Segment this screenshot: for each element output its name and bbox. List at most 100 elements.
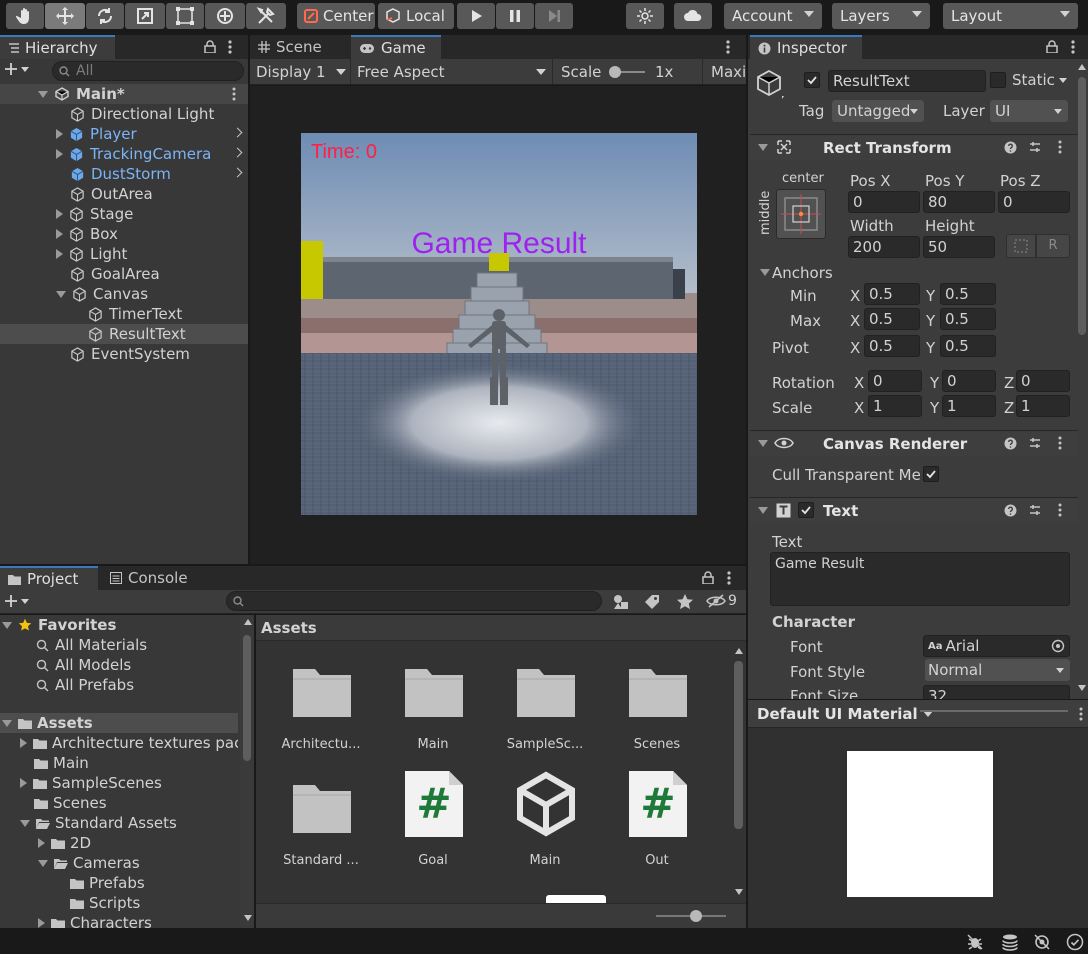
hierarchy-item[interactable]: Light — [0, 244, 248, 264]
layout-dropdown[interactable]: Layout — [943, 3, 1078, 29]
inspector-scrollbar-thumb[interactable] — [1078, 77, 1086, 335]
lock-icon[interactable] — [702, 571, 714, 584]
help-icon[interactable] — [1004, 504, 1017, 517]
scroll-down-icon[interactable] — [244, 915, 252, 921]
hierarchy-search-input[interactable]: All — [52, 61, 244, 81]
scale-z-input[interactable]: 1 — [1016, 395, 1070, 417]
hierarchy-item[interactable]: OutArea — [0, 184, 248, 204]
expand-arrow-icon[interactable] — [56, 209, 63, 219]
anchor-presets-button[interactable] — [776, 189, 826, 239]
chevron-right-icon[interactable] — [232, 167, 243, 178]
cloud-button[interactable] — [674, 3, 712, 29]
filter-by-type-icon[interactable] — [612, 593, 630, 611]
anchor-min-x-input[interactable]: 0.5 — [864, 283, 920, 305]
font-size-input[interactable]: 32 — [923, 685, 1070, 699]
hidden-packages-toggle[interactable]: 9 — [706, 593, 737, 609]
scale-slider-handle[interactable] — [609, 66, 621, 78]
asset-item[interactable]: Scenes — [602, 661, 712, 761]
rotation-z-input[interactable]: 0 — [1016, 370, 1070, 392]
expand-arrow-icon[interactable] — [56, 290, 66, 298]
expand-arrow-icon[interactable] — [20, 819, 30, 827]
asset-item[interactable]: # Out — [602, 771, 712, 877]
favorite-item[interactable]: All Prefabs — [0, 675, 238, 695]
tab-inspector[interactable]: Inspector — [750, 35, 862, 59]
scroll-up-icon[interactable] — [1078, 64, 1086, 70]
scale-y-input[interactable]: 1 — [942, 395, 996, 417]
rect-transform-header[interactable]: Rect Transform — [750, 134, 1078, 160]
expand-arrow-icon[interactable] — [2, 621, 12, 629]
asset-item[interactable]: Main — [490, 771, 600, 877]
play-button[interactable] — [457, 3, 495, 29]
hierarchy-item[interactable]: EventSystem — [0, 344, 248, 364]
expand-arrow-icon[interactable] — [38, 918, 45, 928]
material-dropdown[interactable]: Default UI Material — [757, 705, 933, 723]
scroll-up-icon[interactable] — [244, 619, 252, 625]
pos-z-input[interactable]: 0 — [998, 191, 1070, 213]
hierarchy-item[interactable]: ResultText — [0, 324, 248, 344]
tab-console[interactable]: Console — [102, 566, 202, 590]
kebab-menu-icon[interactable] — [1058, 503, 1062, 517]
hierarchy-item[interactable]: Canvas — [0, 284, 248, 304]
cull-transparent-checkbox[interactable] — [923, 466, 939, 482]
asset-tree-item[interactable]: 2D — [0, 833, 238, 853]
layer-dropdown[interactable]: UI — [990, 100, 1068, 122]
tab-project[interactable]: Project — [0, 566, 98, 590]
hierarchy-item[interactable]: Player — [0, 124, 248, 144]
pos-y-input[interactable]: 80 — [923, 191, 995, 213]
tree-scrollbar-thumb[interactable] — [243, 635, 251, 761]
expand-arrow-icon[interactable] — [758, 440, 768, 447]
favorite-item[interactable]: All Materials — [0, 635, 238, 655]
asset-item[interactable]: # Goal — [378, 771, 488, 877]
asset-tree-item[interactable]: Prefabs — [0, 873, 238, 893]
hierarchy-item[interactable]: DustStorm — [0, 164, 248, 184]
anchor-min-y-input[interactable]: 0.5 — [940, 283, 996, 305]
anchor-max-y-input[interactable]: 0.5 — [940, 308, 996, 330]
text-enabled-checkbox[interactable] — [798, 502, 814, 518]
expand-arrow-icon[interactable] — [38, 838, 45, 848]
hierarchy-item[interactable]: GoalArea — [0, 264, 248, 284]
expand-arrow-icon[interactable] — [56, 229, 63, 239]
tab-game[interactable]: Game — [351, 35, 441, 59]
bug-slash-icon[interactable] — [966, 933, 984, 951]
aspect-dropdown[interactable]: Free Aspect — [350, 59, 550, 84]
account-dropdown[interactable]: Account — [724, 3, 822, 29]
expand-arrow-icon[interactable] — [20, 778, 27, 788]
static-checkbox[interactable] — [990, 72, 1006, 88]
icon-size-slider-handle[interactable] — [690, 910, 702, 922]
preset-icon[interactable] — [1028, 503, 1042, 517]
asset-tree-item[interactable]: Cameras — [0, 853, 238, 873]
project-search-input[interactable] — [226, 591, 602, 611]
tab-scene[interactable]: Scene — [250, 35, 346, 59]
kebab-menu-icon[interactable] — [232, 87, 236, 101]
favorite-item[interactable]: All Models — [0, 655, 238, 675]
hierarchy-item[interactable]: TimerText — [0, 304, 248, 324]
tag-dropdown[interactable]: Untagged — [832, 100, 924, 122]
create-asset-dropdown[interactable] — [4, 594, 29, 608]
expand-arrow-icon[interactable] — [56, 149, 63, 159]
pivot-y-input[interactable]: 0.5 — [940, 335, 996, 357]
object-name-input[interactable]: ResultText — [828, 70, 986, 92]
progress-check-icon[interactable] — [1066, 933, 1084, 951]
pos-x-input[interactable]: 0 — [848, 191, 920, 213]
pause-button[interactable] — [496, 3, 534, 29]
create-dropdown[interactable] — [4, 62, 29, 76]
expand-arrow-icon[interactable] — [56, 249, 63, 259]
scroll-up-icon[interactable] — [735, 648, 743, 654]
expand-arrow-icon[interactable] — [56, 129, 63, 139]
expand-arrow-icon[interactable] — [760, 269, 770, 276]
display-dropdown[interactable]: Display 1 — [250, 59, 350, 84]
kebab-menu-icon[interactable] — [1058, 436, 1062, 450]
scale-tool-button[interactable] — [125, 3, 165, 29]
raw-edit-button[interactable]: R — [1036, 234, 1070, 258]
object-picker-icon[interactable] — [1051, 639, 1065, 653]
assets-root-row[interactable]: Assets — [0, 713, 238, 733]
grid-scrollbar-thumb[interactable] — [734, 661, 743, 829]
move-tool-button[interactable] — [45, 3, 85, 29]
expand-arrow-icon[interactable] — [38, 90, 48, 98]
chevron-right-icon[interactable] — [232, 147, 243, 158]
hierarchy-item[interactable]: Directional Light — [0, 104, 248, 124]
asset-tree-item[interactable]: Scripts — [0, 893, 238, 913]
scroll-down-icon[interactable] — [1078, 685, 1086, 691]
asset-tree-item[interactable]: Main — [0, 753, 238, 773]
tree-scrollbar[interactable] — [240, 615, 254, 928]
